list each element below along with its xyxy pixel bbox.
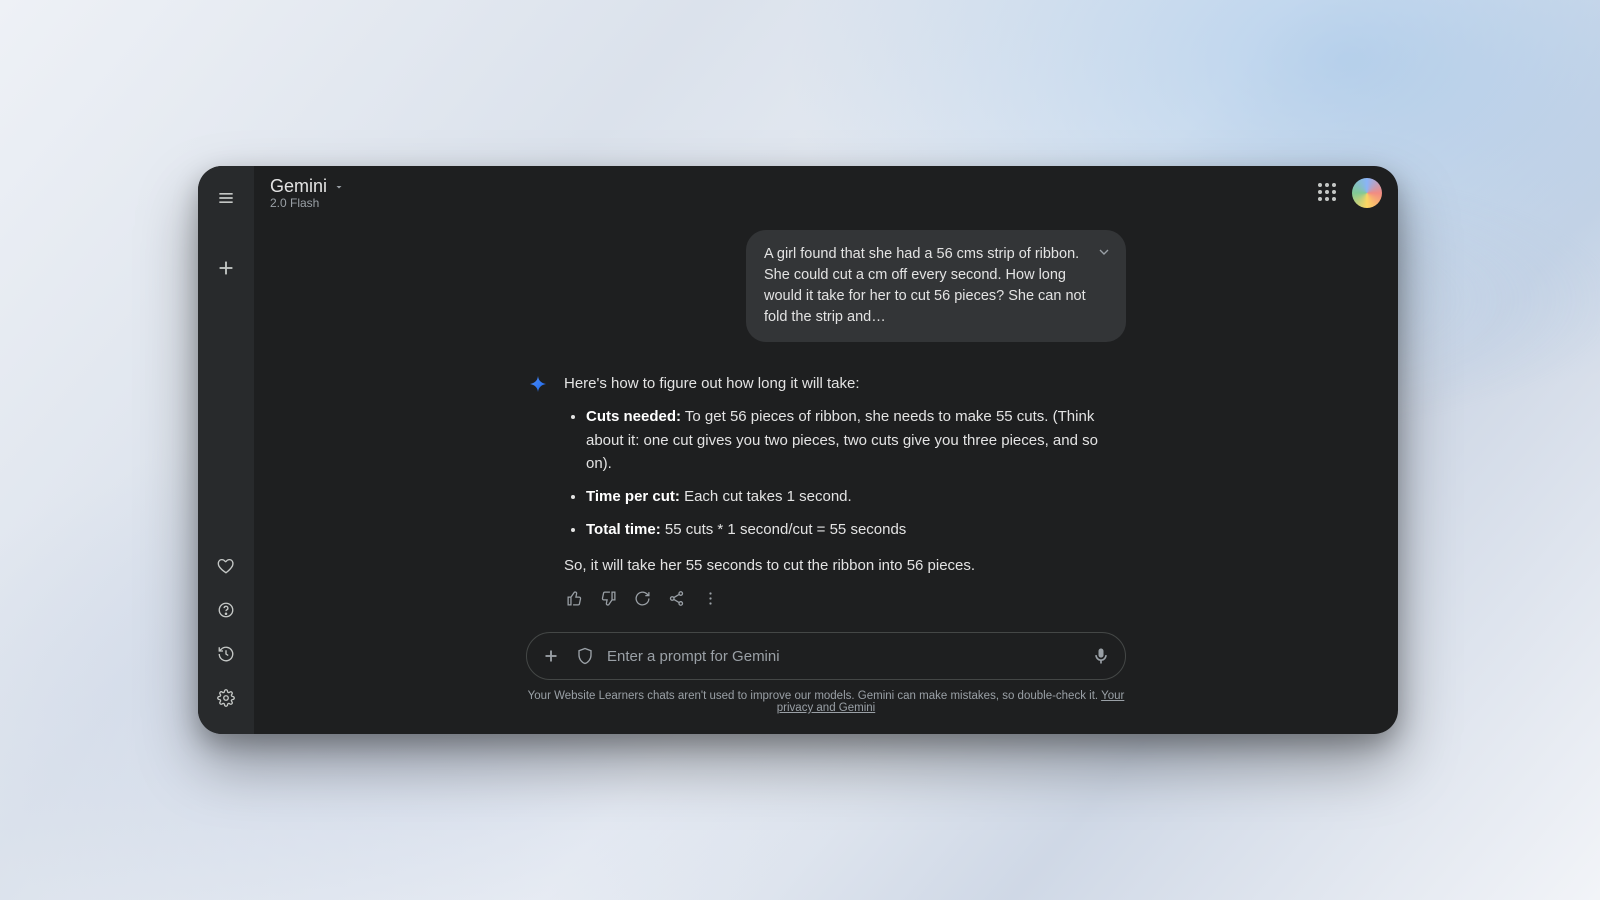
- assistant-message-row: Here's how to figure out how long it wil…: [526, 372, 1126, 609]
- input-area: Your Website Learners chats aren't used …: [526, 632, 1126, 734]
- assistant-bullet: Time per cut: Each cut takes 1 second.: [586, 485, 1126, 508]
- model-selector[interactable]: Gemini 2.0 Flash: [270, 176, 345, 210]
- more-vert-icon: [702, 590, 719, 607]
- model-subtitle: 2.0 Flash: [270, 196, 345, 210]
- prompt-input[interactable]: [607, 648, 1079, 665]
- assistant-bullet-list: Cuts needed: To get 56 pieces of ribbon,…: [586, 405, 1126, 541]
- chat-area: A girl found that she had a 56 cms strip…: [254, 220, 1398, 734]
- expand-message-button[interactable]: [1096, 244, 1112, 260]
- menu-button[interactable]: [208, 180, 244, 216]
- assistant-message-content: Here's how to figure out how long it wil…: [564, 372, 1126, 609]
- disclaimer-text: Your Website Learners chats aren't used …: [528, 690, 1101, 702]
- refresh-icon: [634, 590, 651, 607]
- thumbs-up-icon: [566, 590, 583, 607]
- sidebar: [198, 166, 254, 734]
- disclaimer: Your Website Learners chats aren't used …: [526, 690, 1126, 726]
- thumbs-up-button[interactable]: [564, 589, 584, 609]
- topbar: Gemini 2.0 Flash: [254, 166, 1398, 220]
- user-message-bubble[interactable]: A girl found that she had a 56 cms strip…: [746, 230, 1126, 342]
- shield-icon: [576, 647, 594, 665]
- regenerate-button[interactable]: [632, 589, 652, 609]
- plus-icon: [540, 645, 562, 667]
- assistant-conclusion: So, it will take her 55 seconds to cut t…: [564, 554, 1126, 577]
- desktop-wallpaper: Gemini 2.0 Flash A girl found t: [0, 0, 1600, 900]
- thumbs-down-icon: [600, 590, 617, 607]
- plus-icon: [215, 257, 237, 279]
- google-apps-button[interactable]: [1318, 183, 1338, 203]
- mic-button[interactable]: [1089, 644, 1113, 668]
- chevron-down-icon: [333, 181, 345, 193]
- add-attachment-button[interactable]: [539, 644, 563, 668]
- mic-icon: [1091, 646, 1111, 666]
- activity-button[interactable]: [208, 636, 244, 672]
- image-button[interactable]: [573, 644, 597, 668]
- heart-icon: [217, 557, 235, 575]
- more-options-button[interactable]: [700, 589, 720, 609]
- gem-button[interactable]: [208, 548, 244, 584]
- prompt-input-box[interactable]: [526, 632, 1126, 680]
- apps-dot-icon: [1318, 183, 1322, 187]
- help-button[interactable]: [208, 592, 244, 628]
- thumbs-down-button[interactable]: [598, 589, 618, 609]
- assistant-bullet: Cuts needed: To get 56 pieces of ribbon,…: [586, 405, 1126, 475]
- assistant-intro: Here's how to figure out how long it wil…: [564, 372, 1126, 395]
- new-chat-button[interactable]: [208, 250, 244, 286]
- assistant-actions: [564, 589, 1126, 609]
- chevron-down-icon: [1096, 244, 1112, 260]
- history-icon: [217, 645, 235, 663]
- help-icon: [217, 601, 235, 619]
- gemini-spark-icon: [526, 374, 550, 398]
- gemini-window: Gemini 2.0 Flash A girl found t: [198, 166, 1398, 734]
- app-title: Gemini: [270, 176, 327, 197]
- menu-icon: [216, 188, 236, 208]
- gear-icon: [217, 689, 235, 707]
- settings-button[interactable]: [208, 680, 244, 716]
- assistant-bullet: Total time: 55 cuts * 1 second/cut = 55 …: [586, 518, 1126, 541]
- share-icon: [668, 590, 685, 607]
- user-message-text: A girl found that she had a 56 cms strip…: [764, 246, 1086, 325]
- main-panel: Gemini 2.0 Flash A girl found t: [254, 166, 1398, 734]
- share-button[interactable]: [666, 589, 686, 609]
- user-message-row: A girl found that she had a 56 cms strip…: [526, 230, 1126, 342]
- account-avatar[interactable]: [1352, 178, 1382, 208]
